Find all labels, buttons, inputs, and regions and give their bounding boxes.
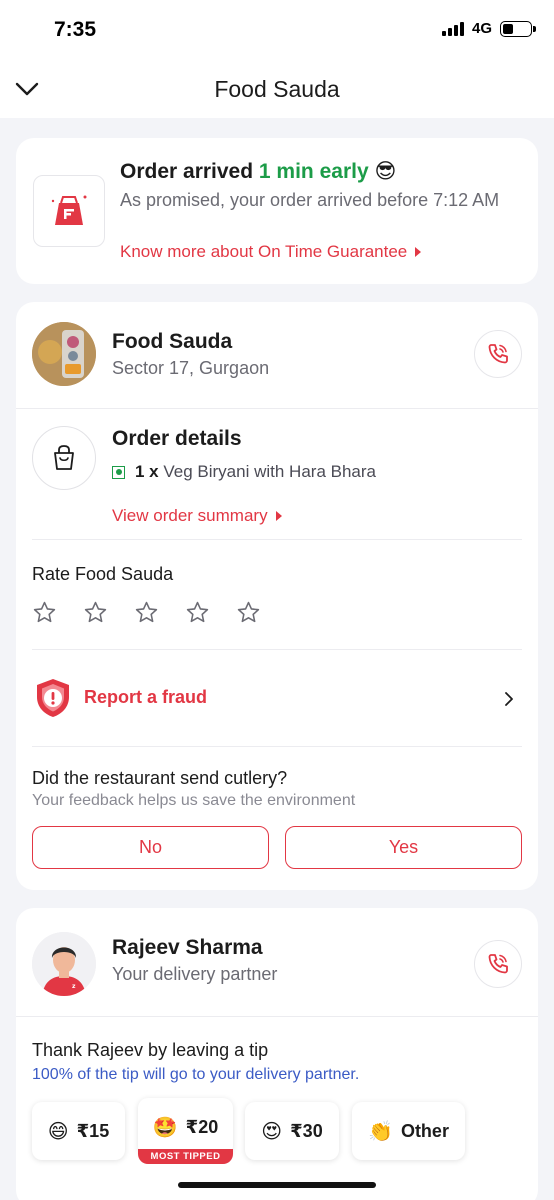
call-delivery-partner-button[interactable]	[474, 940, 522, 988]
delivery-partner-card: z Rajeev Sharma Your delivery partner Th…	[16, 908, 538, 1200]
order-item: 1 x Veg Biryani with Hara Bhara	[112, 462, 376, 482]
star-icon-1[interactable]	[32, 600, 57, 625]
shopping-bag-icon	[32, 426, 96, 490]
on-time-card: Order arrived 1 min early 😎 As promised,…	[16, 138, 538, 284]
on-time-guarantee-link[interactable]: Know more about On Time Guarantee	[120, 242, 422, 262]
restaurant-location: Sector 17, Gurgaon	[112, 358, 270, 378]
delivery-bag-icon	[33, 175, 105, 247]
status-time: 7:35	[54, 18, 97, 41]
star-icon-4[interactable]	[185, 600, 210, 625]
star-icon-3[interactable]	[134, 600, 159, 625]
status-indicators: 4G	[441, 20, 536, 37]
cutlery-question: Did the restaurant send cutlery?	[32, 768, 288, 788]
phone-icon	[488, 954, 508, 974]
tip-amount: ₹20	[185, 1116, 219, 1137]
item-name: Veg Biryani with Hara Bhara	[163, 462, 376, 481]
chevron-right-icon	[505, 692, 513, 706]
on-time-title: Order arrived 1 min early 😎	[120, 159, 396, 184]
star-struck-emoji-icon: 🤩	[152, 1116, 178, 1139]
heart-eyes-emoji-icon: 😍	[261, 1120, 283, 1143]
restaurant-image	[32, 322, 96, 386]
clapping-emoji-icon: 👏	[368, 1120, 393, 1143]
tip-option-30[interactable]: 😍 ₹30	[245, 1102, 339, 1160]
home-indicator[interactable]	[178, 1182, 376, 1188]
tip-amount: Other	[400, 1120, 449, 1141]
star-icon-2[interactable]	[83, 600, 108, 625]
shield-alert-icon	[37, 679, 69, 717]
item-quantity: 1 x	[135, 462, 159, 481]
restaurant-name: Food Sauda	[112, 330, 233, 353]
caret-right-icon	[275, 511, 282, 521]
veg-icon	[112, 465, 125, 479]
most-tipped-badge: MOST TIPPED	[138, 1149, 233, 1164]
delivery-partner-role: Your delivery partner	[112, 964, 278, 984]
cutlery-no-button[interactable]: No	[32, 826, 269, 869]
grinning-emoji-icon: 😄	[47, 1120, 69, 1143]
battery-icon	[500, 20, 536, 37]
tip-amount: ₹15	[76, 1120, 110, 1141]
tip-option-other[interactable]: 👏 Other	[352, 1102, 465, 1160]
divider	[32, 539, 522, 540]
tip-amount: ₹30	[290, 1120, 323, 1141]
divider	[16, 1016, 538, 1017]
early-badge: 1 min early	[258, 160, 369, 183]
network-type: 4G	[471, 20, 492, 37]
tip-subtitle: 100% of the tip will go to your delivery…	[32, 1066, 360, 1083]
divider	[32, 649, 522, 650]
phone-icon	[488, 344, 508, 364]
view-order-summary-label: View order summary	[112, 506, 268, 525]
divider	[16, 408, 538, 409]
delivery-partner-avatar: z	[32, 932, 96, 996]
rate-label: Rate Food Sauda	[32, 564, 174, 584]
rating-stars	[32, 600, 261, 625]
caret-right-icon	[415, 247, 422, 257]
call-restaurant-button[interactable]	[474, 330, 522, 378]
page-title: Food Sauda	[214, 75, 340, 102]
on-time-subtitle: As promised, your order arrived before 7…	[120, 190, 500, 210]
cutlery-subtitle: Your feedback helps us save the environm…	[32, 792, 356, 809]
on-time-link-label: Know more about On Time Guarantee	[120, 242, 408, 261]
star-icon-5[interactable]	[236, 600, 261, 625]
tip-title: Thank Rajeev by leaving a tip	[32, 1040, 269, 1060]
cutlery-yes-button[interactable]: Yes	[285, 826, 522, 869]
on-time-title-prefix: Order arrived	[120, 160, 259, 183]
sunglasses-emoji-icon: 😎	[374, 160, 397, 183]
signal-icon	[441, 21, 464, 36]
view-order-summary-link[interactable]: View order summary	[112, 506, 282, 526]
svg-text:z: z	[72, 983, 76, 990]
order-card: Food Sauda Sector 17, Gurgaon Order deta…	[16, 302, 538, 890]
status-bar: 7:35 4G	[0, 0, 554, 60]
divider	[32, 746, 522, 747]
header: Food Sauda	[0, 60, 554, 118]
tip-option-15[interactable]: 😄 ₹15	[32, 1102, 125, 1160]
chevron-down-icon[interactable]	[14, 76, 40, 102]
delivery-partner-name: Rajeev Sharma	[112, 936, 263, 959]
report-fraud-label: Report a fraud	[84, 687, 208, 707]
tip-option-20[interactable]: 🤩 ₹20	[138, 1098, 233, 1156]
order-details-title: Order details	[112, 427, 242, 450]
